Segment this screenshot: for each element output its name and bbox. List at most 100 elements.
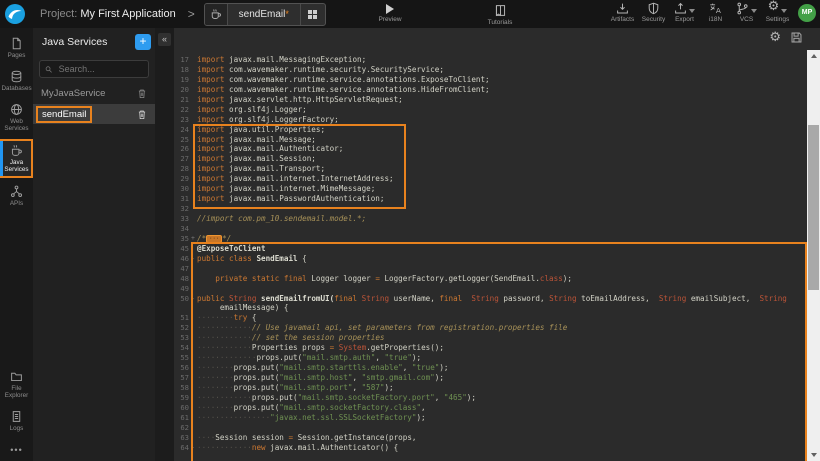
wavemaker-logo-icon[interactable]	[4, 3, 26, 25]
line-number: 58	[174, 383, 189, 393]
line-number: 34	[174, 224, 189, 234]
code-line: 59············props.put("mail.smtp.socke…	[174, 393, 807, 403]
fold-marker	[189, 125, 197, 135]
code-area[interactable]: 17import javax.mail.MessagingException;1…	[174, 52, 807, 461]
code-line: 58 ········props.put("mail.smtp.port", "5…	[174, 383, 807, 393]
code-line: 34	[174, 224, 807, 234]
line-number: 56	[174, 363, 189, 373]
tab-grid-icon[interactable]	[300, 4, 325, 25]
code-text: import java.util.Properties;	[197, 125, 807, 135]
coffee-icon	[10, 144, 23, 157]
editor-settings-icon[interactable]: ⚙	[769, 31, 781, 44]
line-number: 59	[174, 393, 189, 403]
user-avatar[interactable]: MP	[798, 4, 816, 22]
line-number: 33	[174, 214, 189, 224]
line-number: 53	[174, 333, 189, 343]
top-header: Project: My First Application > sendEmai…	[0, 0, 820, 28]
tray-up-icon	[674, 2, 687, 15]
sidebar-item-pages[interactable]: Pages	[0, 33, 33, 63]
fold-marker[interactable]: -	[189, 294, 197, 304]
sidebar-item-logs[interactable]: Logs	[0, 406, 33, 436]
sidebar-item-web-services[interactable]: Web Services	[0, 99, 33, 136]
preview-button[interactable]: Preview	[368, 4, 412, 23]
tutorials-button[interactable]: Tutorials	[478, 4, 522, 26]
code-line: 57········props.put("mail.smtp.host", "s…	[174, 373, 807, 383]
line-number: 29	[174, 174, 189, 184]
line-number: 48	[174, 274, 189, 284]
line-number: 25	[174, 135, 189, 145]
delete-service-icon[interactable]	[137, 88, 147, 99]
line-number: 57	[174, 373, 189, 383]
wavemaker-studio: Project: My First Application > sendEmai…	[0, 0, 820, 461]
code-text: ········props.put("mail.smtp.port", "587…	[197, 383, 807, 393]
delete-service-icon[interactable]	[137, 109, 147, 120]
code-line: 20import com.wavemaker.runtime.service.a…	[174, 85, 807, 95]
code-editor: ⚙ 17import javax.mail.MessagingException…	[174, 28, 820, 461]
project-label: Project:	[40, 8, 77, 20]
line-number: 47	[174, 264, 189, 274]
code-line: 33 //import com.pm_10.sendemail.model.*;	[174, 214, 807, 224]
service-name: sendEmail	[36, 106, 92, 123]
header-action-security[interactable]: Security	[638, 2, 669, 23]
editor-scrollbar[interactable]	[807, 50, 820, 461]
line-number: 46	[174, 254, 189, 264]
shield-icon	[647, 2, 660, 15]
code-line: 53············// set the session propert…	[174, 333, 807, 343]
line-number: 32	[174, 204, 189, 214]
header-action-export[interactable]: Export	[669, 2, 700, 23]
fold-marker	[189, 65, 197, 75]
line-number: 52	[174, 323, 189, 333]
search-input[interactable]	[57, 63, 143, 75]
add-service-button[interactable]: +	[135, 34, 151, 50]
service-item-MyJavaService[interactable]: MyJavaService	[33, 83, 155, 103]
scroll-up-arrow[interactable]	[807, 50, 820, 62]
open-file-tab[interactable]: sendEmail*	[204, 3, 326, 26]
code-line: 26import javax.mail.Authenticator;	[174, 144, 807, 154]
code-line: 23import org.slf4j.LoggerFactory;	[174, 115, 807, 125]
code-line: 64-············new javax.mail.Authentica…	[174, 443, 807, 453]
save-icon[interactable]	[790, 31, 803, 44]
sidebar-more-icon[interactable]: •••	[0, 439, 33, 461]
header-action-artifacts[interactable]: Artifacts	[607, 2, 638, 23]
project-name[interactable]: My First Application	[80, 8, 175, 20]
sidebar-item-databases[interactable]: Databases	[0, 66, 33, 96]
code-text: ········props.put("mail.smtp.socketFacto…	[197, 403, 807, 413]
line-number: 27	[174, 154, 189, 164]
sidebar-item-apis[interactable]: APIs	[0, 181, 33, 211]
folded-comment-placeholder[interactable]: ···	[206, 235, 222, 244]
fold-marker[interactable]: +	[189, 234, 197, 244]
header-action-i18n[interactable]: Ai18N	[700, 2, 731, 23]
code-text: //import com.pm_10.sendemail.model.*;	[197, 214, 807, 224]
code-text: /*···*/	[197, 234, 807, 244]
unsaved-indicator: *	[285, 9, 289, 19]
code-line: 18import com.wavemaker.runtime.security.…	[174, 65, 807, 75]
fold-marker	[189, 323, 197, 333]
fold-marker	[189, 313, 197, 323]
sidebar-item-file-explorer[interactable]: File Explorer	[0, 366, 33, 403]
scroll-down-arrow[interactable]	[807, 449, 820, 461]
play-icon	[386, 4, 394, 14]
line-number: 50	[174, 294, 189, 304]
line-number: 45	[174, 244, 189, 254]
header-action-vcs[interactable]: VCS	[731, 2, 762, 23]
fold-marker	[189, 105, 197, 115]
collapse-panel-button[interactable]: «	[158, 33, 171, 46]
code-text: ·············props.put("mail.smtp.auth",…	[197, 353, 807, 363]
code-text: ················"javax.net.ssl.SSLSocket…	[197, 413, 807, 423]
service-search	[39, 60, 149, 78]
service-item-sendEmail[interactable]: sendEmail	[33, 104, 155, 124]
code-text: ············new javax.mail.Authenticator…	[197, 443, 807, 453]
line-number	[174, 303, 189, 313]
fold-marker[interactable]: -	[189, 254, 197, 264]
code-line: 30import javax.mail.internet.MimeMessage…	[174, 184, 807, 194]
fold-marker	[189, 164, 197, 174]
project-breadcrumb: Project: My First Application	[40, 8, 176, 20]
scrollbar-thumb[interactable]	[808, 125, 819, 290]
fold-marker	[189, 154, 197, 164]
log-icon	[10, 410, 23, 423]
sidebar-item-java-services[interactable]: Java Services	[0, 139, 33, 178]
code-text: import org.slf4j.LoggerFactory;	[197, 115, 807, 125]
header-action-settings[interactable]: ⚙Settings	[762, 2, 793, 23]
fold-marker	[189, 244, 197, 254]
fold-marker[interactable]: -	[189, 443, 197, 453]
